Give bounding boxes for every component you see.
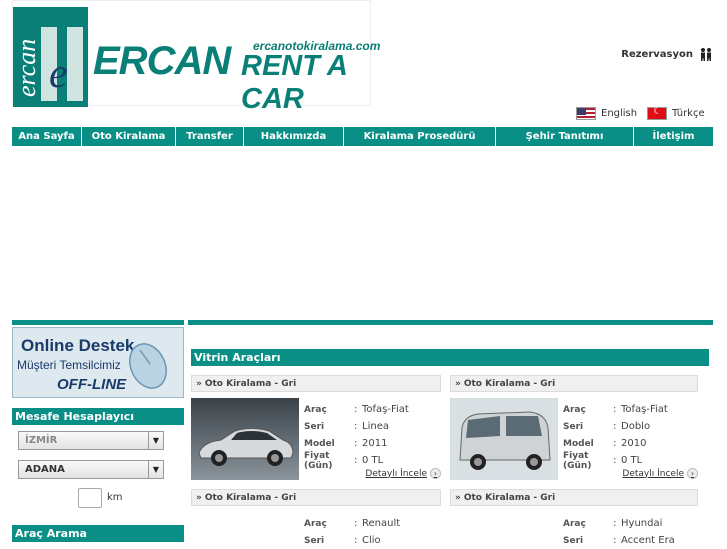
nav-item-transfer[interactable]: Transfer — [176, 127, 244, 146]
chevron-down-icon: ▼ — [148, 432, 163, 449]
svg-text:ercan: ercan — [13, 39, 41, 97]
detail-label: Detaylı İncele — [622, 468, 684, 479]
card-header-label: Oto Kiralama - Gri — [463, 492, 556, 503]
card-header-label: Oto Kiralama - Gri — [204, 492, 297, 503]
nav-item-home[interactable]: Ana Sayfa — [12, 127, 82, 146]
tr-flag-icon — [647, 106, 667, 120]
people-icon — [701, 48, 711, 61]
spec-value: Clio — [362, 535, 381, 546]
spec-value: Hyundai — [621, 518, 663, 529]
spec-value: Accent Era — [621, 535, 675, 546]
language-label: English — [601, 108, 638, 119]
spec-label: Seri — [304, 535, 325, 546]
car-search-title: Araç Arama — [12, 525, 184, 542]
spec-value: Tofaş-Fiat — [362, 404, 409, 415]
logo-brand: ERCAN — [93, 39, 231, 83]
card-header[interactable]: » Oto Kiralama - Gri — [191, 489, 441, 506]
spec-label: Seri — [563, 421, 584, 432]
detail-link[interactable]: Detaylı İncele › — [365, 468, 441, 479]
car-specs: Araç: Hyundai Seri: Accent Era — [563, 518, 675, 546]
car-specs: Araç: Tofaş-Fiat Seri: Doblo Model:2010 Fi… — [563, 404, 668, 471]
spec-value: 2010 — [621, 438, 647, 449]
reservation-label: Rezervasyon — [621, 48, 693, 60]
car-card: » Oto Kiralama - Gri Araç: Hyundai Seri: A… — [450, 489, 698, 546]
to-city-value: ADANA — [25, 464, 65, 475]
support-subtitle: Müşteri Temsilcimiz — [17, 358, 121, 372]
spec-label: Fiyat (Gün) — [563, 450, 592, 471]
spec-value: Renault — [362, 518, 401, 529]
spec-label: Seri — [563, 535, 584, 546]
car-card: » Oto Kiralama - Gri Araç: Tofaş-Fiat Ser… — [191, 375, 441, 485]
to-city-select[interactable]: ADANA ▼ — [18, 460, 164, 479]
distance-calculator: İZMİR ▼ ADANA ▼ km — [12, 425, 184, 525]
spec-value: 0 TL — [621, 455, 643, 466]
arrow-right-icon: › — [687, 468, 698, 479]
spec-label: Araç — [304, 518, 327, 529]
car-photo[interactable] — [450, 398, 558, 480]
spec-label: Seri — [304, 421, 325, 432]
van-image — [450, 398, 558, 480]
spec-value: Tofaş-Fiat — [621, 404, 668, 415]
nav-item-city[interactable]: Şehir Tanıtımı — [496, 127, 634, 146]
car-card: » Oto Kiralama - Gri Araç: Renault Seri: C… — [191, 489, 441, 546]
online-support-box[interactable]: Online Destek Müşteri Temsilcimiz OFF-LI… — [12, 327, 184, 398]
arrow-right-icon: › — [430, 468, 441, 479]
nav-item-contact[interactable]: İletişim — [634, 127, 713, 146]
spec-label: Araç — [304, 404, 327, 415]
double-chevron-icon: » — [196, 492, 202, 503]
detail-label: Detaylı İncele — [365, 468, 427, 479]
spec-value: Linea — [362, 421, 389, 432]
distance-calculator-title: Mesafe Hesaplayıcı — [12, 408, 184, 425]
car-specs: Araç: Renault Seri: Clio — [304, 518, 401, 546]
us-flag-icon — [576, 107, 596, 120]
double-chevron-icon: » — [455, 378, 461, 389]
nav-item-car-rental[interactable]: Oto Kiralama — [82, 127, 176, 146]
reservation-link[interactable]: Rezervasyon — [621, 47, 713, 61]
card-header[interactable]: » Oto Kiralama - Gri — [191, 375, 441, 392]
sidebar-divider — [12, 320, 184, 325]
spec-label: Model — [563, 438, 594, 449]
spec-label: Araç — [563, 404, 586, 415]
content-divider — [188, 320, 713, 325]
spec-label: Fiyat (Gün) — [304, 450, 333, 471]
language-turkish[interactable]: Türkçe — [647, 106, 705, 120]
chevron-down-icon: ▼ — [148, 461, 163, 478]
main-nav: Ana Sayfa Oto Kiralama Transfer Hakkımız… — [12, 127, 713, 146]
site-logo[interactable]: ercan e ERCAN ercanotokiralama.com RENT … — [12, 0, 380, 115]
sidebar: Online Destek Müşteri Temsilcimiz OFF-LI… — [12, 327, 184, 542]
card-header[interactable]: » Oto Kiralama - Gri — [450, 375, 698, 392]
nav-item-about[interactable]: Hakkımızda — [244, 127, 344, 146]
logo-tagline: RENT A CAR — [241, 50, 347, 115]
spec-label: Araç — [563, 518, 586, 529]
sedan-image — [191, 398, 299, 480]
support-status: OFF-LINE — [57, 376, 127, 393]
from-city-select[interactable]: İZMİR ▼ — [18, 431, 164, 450]
language-english[interactable]: English — [576, 107, 637, 120]
showcase-title: Vitrin Araçları — [191, 349, 709, 366]
double-chevron-icon: » — [196, 378, 202, 389]
car-photo[interactable] — [191, 398, 299, 480]
spec-value: Doblo — [621, 421, 651, 432]
card-header[interactable]: » Oto Kiralama - Gri — [450, 489, 698, 506]
detail-link[interactable]: Detaylı İncele › — [622, 468, 698, 479]
spec-value: 0 TL — [362, 455, 384, 466]
from-city-value: İZMİR — [25, 435, 58, 446]
card-header-label: Oto Kiralama - Gri — [204, 378, 297, 389]
car-specs: Araç: Tofaş-Fiat Seri: Linea Model:2011 Fi… — [304, 404, 409, 471]
km-unit: km — [107, 492, 123, 503]
km-input[interactable] — [78, 488, 102, 508]
mouse-icon — [129, 343, 167, 389]
language-label: Türkçe — [672, 108, 705, 119]
support-title: Online Destek — [21, 336, 135, 355]
spec-value: 2011 — [362, 438, 388, 449]
spec-label: Model — [304, 438, 335, 449]
card-header-label: Oto Kiralama - Gri — [463, 378, 556, 389]
double-chevron-icon: » — [455, 492, 461, 503]
logo-mark-icon: ercan e — [13, 7, 88, 107]
nav-item-procedure[interactable]: Kiralama Prosedürü — [344, 127, 496, 146]
svg-text:e: e — [49, 51, 68, 97]
car-card: » Oto Kiralama - Gri Araç: Tofaş-Fiat Ser… — [450, 375, 698, 485]
